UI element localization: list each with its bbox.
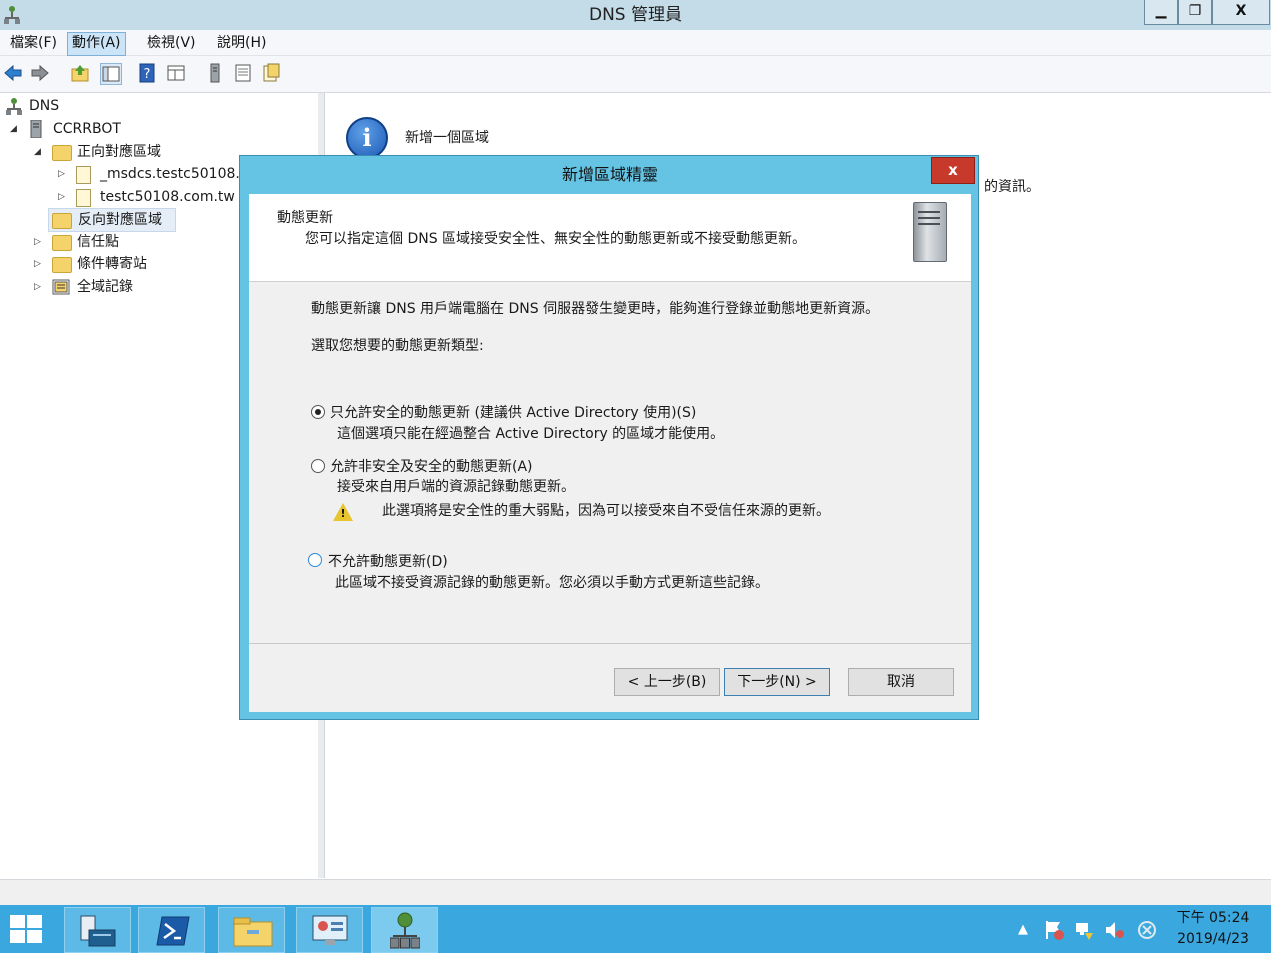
folder-icon xyxy=(52,145,72,161)
expand-global-icon[interactable]: ▷ xyxy=(34,276,44,298)
expand-zone1-icon[interactable]: ▷ xyxy=(58,163,68,185)
zone-file-icon[interactable] xyxy=(261,63,281,83)
action-center-flag-icon[interactable] xyxy=(1044,919,1064,941)
tree-label-global: 全域記錄 xyxy=(77,279,133,295)
up-folder-icon[interactable] xyxy=(70,63,90,83)
collapse-forward-icon[interactable]: ◢ xyxy=(34,141,44,163)
restore-button[interactable]: ❐ xyxy=(1178,0,1212,25)
toolbar: ? xyxy=(0,56,1271,93)
tree-label-server: CCRRBOT xyxy=(53,121,121,137)
volume-muted-icon[interactable] xyxy=(1104,919,1124,941)
wizard-step-description: 您可以指定這個 DNS 區域接受安全性、無安全性的動態更新或不接受動態更新。 xyxy=(305,231,807,247)
forward-arrow-icon[interactable] xyxy=(30,63,50,83)
dns-icon xyxy=(6,98,22,115)
show-console-tree-icon[interactable] xyxy=(100,63,122,85)
back-arrow-icon[interactable] xyxy=(3,63,23,83)
back-button[interactable]: < 上一步(B) xyxy=(614,668,720,696)
taskbar-server-manager[interactable] xyxy=(64,907,131,953)
menu-help[interactable]: 說明(H) xyxy=(213,32,270,54)
radio-secure-only[interactable] xyxy=(311,405,325,419)
expand-trust-icon[interactable]: ▷ xyxy=(34,231,44,253)
tree-label-zone1: _msdcs.testc50108.c xyxy=(100,166,248,182)
server-icon xyxy=(30,120,42,138)
new-zone-wizard-dialog: 新增區域精靈 x 動態更新 您可以指定這個 DNS 區域接受安全性、無安全性的動… xyxy=(239,155,979,720)
help-icon[interactable]: ? xyxy=(137,63,157,83)
show-hidden-icons-icon[interactable]: ▲ xyxy=(1014,921,1032,939)
wizard-header: 動態更新 您可以指定這個 DNS 區域接受安全性、無安全性的動態更新或不接受動態… xyxy=(249,194,971,282)
zone-file-icon xyxy=(76,189,91,207)
clock-date[interactable]: 2019/4/23 xyxy=(1168,931,1258,947)
control-panel-icon xyxy=(312,915,348,945)
info-icon: i xyxy=(346,117,388,159)
svg-text:?: ? xyxy=(144,67,151,82)
radio-no-updates[interactable] xyxy=(308,553,322,567)
minimize-button[interactable]: ▁ xyxy=(1144,0,1178,25)
tree-node-reverse-zones[interactable]: 反向對應區域 xyxy=(48,208,176,232)
status-bar xyxy=(0,879,1271,906)
folder-icon xyxy=(52,235,72,251)
tree-label-forwarders: 條件轉寄站 xyxy=(77,256,147,272)
cancel-circle-icon[interactable] xyxy=(1136,919,1158,941)
warning-text: 此選項將是安全性的重大弱點，因為可以接受來自不受信任來源的更新。 xyxy=(382,503,830,519)
tree-label-trust: 信任點 xyxy=(77,234,119,250)
folder-icon xyxy=(52,213,72,229)
taskbar-control-panel[interactable] xyxy=(296,907,363,953)
option-secure-only-label[interactable]: 只允許安全的動態更新 (建議供 Active Directory 使用)(S) xyxy=(330,402,696,422)
option-no-updates-desc: 此區域不接受資源記錄的動態更新。您必須以手動方式更新這些記錄。 xyxy=(335,575,769,591)
server-icon[interactable] xyxy=(205,63,225,83)
server-manager-icon xyxy=(80,915,116,947)
export-list-icon[interactable] xyxy=(166,63,186,83)
menu-bar: 檔案(F) 動作(A) 檢視(V) 說明(H) xyxy=(0,30,1271,56)
taskbar: ▲ xyxy=(0,905,1271,953)
intro-text: 動態更新讓 DNS 用戶端電腦在 DNS 伺服器發生變更時，能夠進行登錄並動態地… xyxy=(311,301,880,317)
tree-label-forward: 正向對應區域 xyxy=(77,144,161,160)
folder-icon xyxy=(52,257,72,273)
taskbar-powershell[interactable] xyxy=(138,907,205,953)
button-divider xyxy=(249,643,971,644)
tree-label-dns: DNS xyxy=(29,98,60,114)
close-button[interactable]: X xyxy=(1212,0,1270,25)
dialog-close-button[interactable]: x xyxy=(931,157,975,184)
tree-label-reverse: 反向對應區域 xyxy=(78,212,162,228)
menu-file[interactable]: 檔案(F) xyxy=(6,32,61,54)
menu-view[interactable]: 檢視(V) xyxy=(143,32,200,54)
cancel-button[interactable]: 取消 xyxy=(848,668,954,696)
next-button[interactable]: 下一步(N) > xyxy=(724,668,830,696)
radio-nonsecure-and-secure[interactable] xyxy=(311,459,325,473)
file-explorer-icon xyxy=(233,917,273,947)
prompt-text: 選取您想要的動態更新類型: xyxy=(311,338,484,354)
expand-zone2-icon[interactable]: ▷ xyxy=(58,186,68,208)
dns-manager-icon xyxy=(390,912,420,949)
records-list-icon[interactable] xyxy=(233,63,253,83)
window-title: DNS 管理員 xyxy=(588,5,682,25)
option-nonsecure-label[interactable]: 允許非安全及安全的動態更新(A) xyxy=(330,456,533,476)
dialog-title: 新增區域精靈 xyxy=(561,165,658,184)
expand-forwarders-icon[interactable]: ▷ xyxy=(34,253,44,275)
dialog-body: 動態更新 您可以指定這個 DNS 區域接受安全性、無安全性的動態更新或不接受動態… xyxy=(249,194,971,712)
tree-label-zone2: testc50108.com.tw xyxy=(100,189,235,205)
taskbar-dns-manager[interactable] xyxy=(371,907,438,953)
server-tower-icon xyxy=(913,202,947,262)
menu-action[interactable]: 動作(A) xyxy=(67,32,126,56)
log-icon xyxy=(52,279,70,295)
option-nonsecure-desc: 接受來自用戶端的資源記錄動態更新。 xyxy=(337,479,575,495)
clock-time[interactable]: 下午 05:24 xyxy=(1168,907,1258,927)
result-partial-text: 的資訊。 xyxy=(984,179,1040,195)
network-icon[interactable] xyxy=(1074,919,1094,941)
wizard-step-title: 動態更新 xyxy=(277,210,333,226)
option-secure-only-desc: 這個選項只能在經過整合 Active Directory 的區域才能使用。 xyxy=(337,426,725,442)
zone-file-icon xyxy=(76,166,91,184)
option-no-updates-label[interactable]: 不允許動態更新(D) xyxy=(328,551,448,571)
result-heading: 新增一個區域 xyxy=(405,130,489,146)
taskbar-file-explorer[interactable] xyxy=(218,907,285,953)
powershell-icon xyxy=(156,916,190,946)
collapse-server-icon[interactable]: ◢ xyxy=(10,118,20,140)
start-windows-icon[interactable] xyxy=(10,915,42,943)
